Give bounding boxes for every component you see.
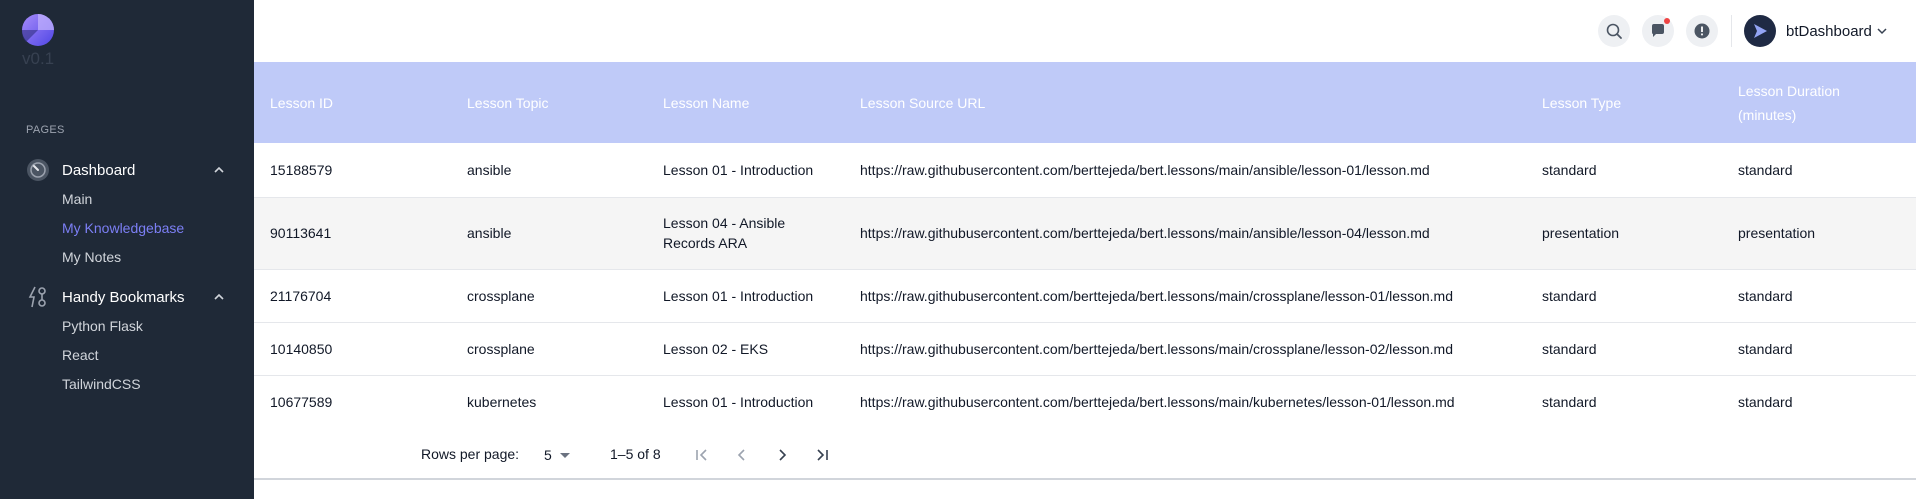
chevron-up-icon[interactable] bbox=[212, 290, 226, 304]
next-page-button[interactable] bbox=[769, 442, 795, 468]
cell-lesson-duration: standard bbox=[1738, 393, 1793, 410]
notification-dot bbox=[1664, 18, 1670, 24]
previous-page-button[interactable] bbox=[729, 442, 755, 468]
cell-lesson-duration: standard bbox=[1738, 340, 1793, 357]
sidebar-item-my-knowledgebase[interactable]: My Knowledgebase bbox=[0, 214, 254, 243]
nav-dashboard-toggle[interactable]: Dashboard bbox=[0, 155, 254, 185]
app-version: v0.1 bbox=[22, 49, 55, 68]
cell-lesson-id: 10140850 bbox=[270, 340, 333, 357]
chevron-up-icon[interactable] bbox=[212, 163, 226, 177]
nav-dashboard-label: Dashboard bbox=[62, 161, 136, 179]
rows-per-page-value: 5 bbox=[544, 447, 552, 463]
table-header-row: Lesson ID Lesson Topic Lesson Name Lesso… bbox=[254, 62, 1916, 143]
cell-lesson-topic: crossplane bbox=[467, 340, 535, 357]
table-row[interactable]: 10140850 crossplane Lesson 02 - EKS http… bbox=[254, 322, 1916, 375]
app-logo-icon[interactable] bbox=[21, 14, 54, 46]
sidebar-item-tailwindcss[interactable]: TailwindCSS bbox=[0, 370, 254, 399]
first-page-icon bbox=[696, 449, 707, 461]
column-header-lesson-id[interactable]: Lesson ID bbox=[254, 62, 451, 143]
rows-per-page-select[interactable]: 5 bbox=[544, 444, 570, 466]
avatar bbox=[1744, 15, 1776, 47]
cell-lesson-duration: presentation bbox=[1738, 225, 1816, 241]
cell-lesson-type: standard bbox=[1542, 161, 1597, 178]
cell-lesson-name: Lesson 01 - Introduction bbox=[663, 287, 814, 304]
cell-lesson-url: https://raw.githubusercontent.com/bertte… bbox=[860, 287, 1453, 304]
lessons-table: Lesson ID Lesson Topic Lesson Name Lesso… bbox=[254, 62, 1916, 428]
bookmark-icon bbox=[26, 285, 50, 309]
cell-lesson-name: Lesson 02 - EKS bbox=[663, 340, 769, 357]
column-header-lesson-topic[interactable]: Lesson Topic bbox=[451, 62, 647, 143]
last-page-button[interactable] bbox=[809, 442, 835, 468]
chevron-right-icon bbox=[779, 449, 787, 461]
cell-lesson-url: https://raw.githubusercontent.com/bertte… bbox=[860, 225, 1430, 241]
table-row[interactable]: 15188579 ansible Lesson 01 - Introductio… bbox=[254, 143, 1916, 197]
cell-lesson-type: presentation bbox=[1542, 225, 1620, 241]
cell-lesson-type: standard bbox=[1542, 340, 1597, 357]
cell-lesson-url: https://raw.githubusercontent.com/bertte… bbox=[860, 340, 1453, 357]
top-bar: btDashboard bbox=[254, 0, 1916, 62]
table-row[interactable]: 90113641 ansible Lesson 04 - Ansible Rec… bbox=[254, 197, 1916, 269]
rows-per-page-label: Rows per page: bbox=[421, 446, 520, 462]
dashboard-icon bbox=[26, 158, 50, 182]
table-row[interactable]: 21176704 crossplane Lesson 01 - Introduc… bbox=[254, 269, 1916, 322]
column-header-lesson-duration[interactable]: Lesson Duration (minutes) bbox=[1722, 62, 1916, 143]
last-page-icon bbox=[817, 449, 828, 461]
search-button[interactable] bbox=[1598, 15, 1630, 47]
nav-group-bookmarks: Handy Bookmarks Python Flask React Tailw… bbox=[0, 282, 254, 399]
cell-lesson-topic: crossplane bbox=[467, 287, 535, 304]
user-name: btDashboard bbox=[1786, 22, 1872, 40]
cell-lesson-name: Lesson 01 - Introduction bbox=[663, 161, 814, 178]
alert-icon bbox=[1694, 23, 1710, 39]
messages-button[interactable] bbox=[1642, 15, 1674, 47]
cell-lesson-topic: kubernetes bbox=[467, 393, 537, 410]
cell-lesson-name: Lesson 04 - Ansible Records ARA bbox=[663, 215, 786, 251]
cell-lesson-id: 10677589 bbox=[270, 393, 333, 410]
sidebar-item-react[interactable]: React bbox=[0, 341, 254, 370]
user-menu[interactable]: btDashboard bbox=[1744, 14, 1888, 48]
nav-bookmarks-label: Handy Bookmarks bbox=[62, 288, 185, 306]
cell-lesson-id: 21176704 bbox=[270, 287, 332, 304]
cell-lesson-topic: ansible bbox=[467, 225, 512, 241]
cell-lesson-url: https://raw.githubusercontent.com/bertte… bbox=[860, 161, 1430, 178]
table-pagination: Rows per page: 5 1–5 of 8 bbox=[254, 430, 1916, 480]
dropdown-arrow-icon bbox=[559, 452, 570, 458]
cell-lesson-name: Lesson 01 - Introduction bbox=[663, 393, 814, 410]
cell-lesson-duration: standard bbox=[1738, 161, 1793, 178]
chat-icon bbox=[1652, 24, 1664, 37]
chevron-left-icon bbox=[737, 449, 745, 461]
column-header-lesson-source-url[interactable]: Lesson Source URL bbox=[844, 62, 1526, 143]
cell-lesson-topic: ansible bbox=[467, 161, 512, 178]
search-icon bbox=[1606, 23, 1622, 39]
sidebar: v0.1 PAGES Dashboard Main My Knowledgeba… bbox=[0, 0, 254, 499]
table-row[interactable]: 10677589 kubernetes Lesson 01 - Introduc… bbox=[254, 375, 1916, 428]
cell-lesson-type: standard bbox=[1542, 393, 1597, 410]
cell-lesson-type: standard bbox=[1542, 287, 1597, 304]
cell-lesson-duration: standard bbox=[1738, 287, 1793, 304]
column-header-lesson-name[interactable]: Lesson Name bbox=[647, 62, 844, 143]
sidebar-item-python-flask[interactable]: Python Flask bbox=[0, 312, 254, 341]
nav-group-dashboard: Dashboard Main My Knowledgebase My Notes bbox=[0, 155, 254, 272]
header-divider bbox=[1731, 15, 1732, 47]
chevron-down-icon bbox=[1877, 28, 1887, 35]
sidebar-item-main[interactable]: Main bbox=[0, 185, 254, 214]
column-header-lesson-type[interactable]: Lesson Type bbox=[1526, 62, 1722, 143]
cell-lesson-url: https://raw.githubusercontent.com/bertte… bbox=[860, 393, 1455, 410]
alerts-button[interactable] bbox=[1686, 15, 1718, 47]
send-icon bbox=[1754, 24, 1767, 38]
nav-bookmarks-toggle[interactable]: Handy Bookmarks bbox=[0, 282, 254, 312]
section-label: PAGES bbox=[26, 124, 65, 136]
pagination-range: 1–5 of 8 bbox=[610, 446, 661, 462]
sidebar-item-my-notes[interactable]: My Notes bbox=[0, 243, 254, 272]
cell-lesson-id: 90113641 bbox=[270, 225, 332, 241]
cell-lesson-id: 15188579 bbox=[270, 161, 333, 178]
first-page-button[interactable] bbox=[689, 442, 715, 468]
